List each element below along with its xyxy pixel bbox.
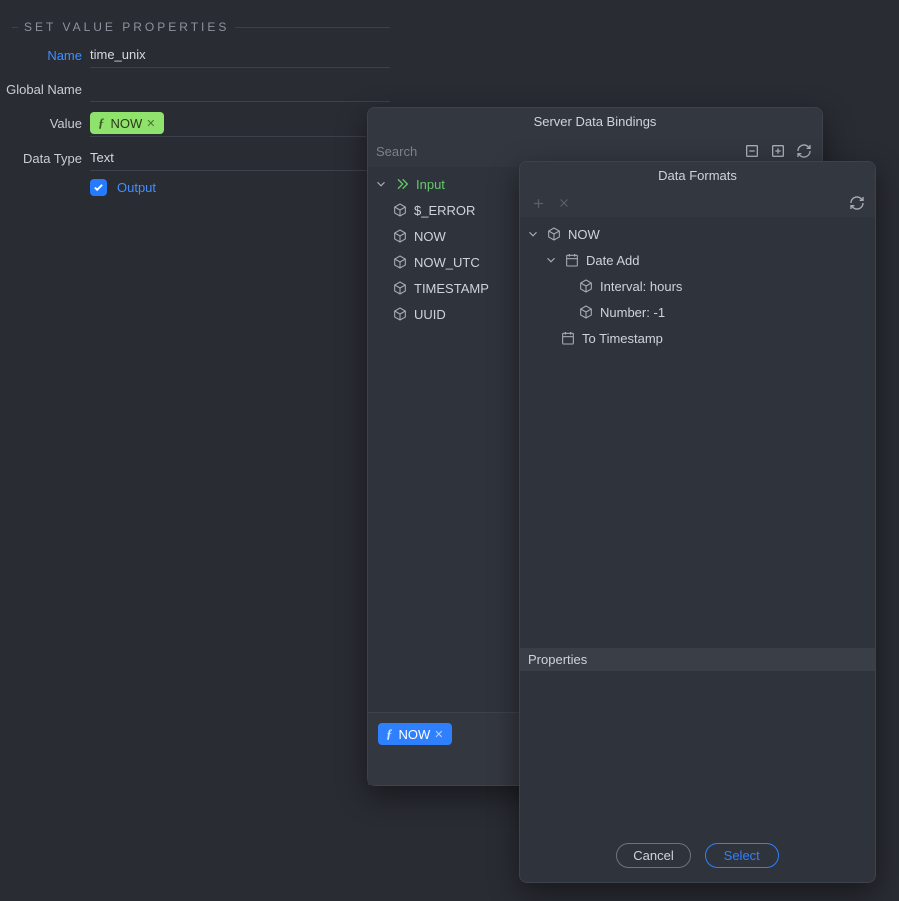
pill-remove-icon[interactable]: ✕ xyxy=(434,728,443,741)
data-type-select[interactable]: Text xyxy=(90,145,390,171)
df-tree: NOW Date Add Interval: hours Number: -1 xyxy=(520,217,875,648)
cube-icon xyxy=(392,280,408,296)
df-item-now[interactable]: NOW xyxy=(520,221,875,247)
data-type-value: Text xyxy=(90,150,114,165)
sdb-title: Server Data Bindings xyxy=(368,108,822,135)
df-properties-body xyxy=(520,671,875,831)
cube-icon xyxy=(546,226,562,242)
panel-header: SET VALUE PROPERTIES xyxy=(12,20,390,34)
data-formats-panel: Data Formats NOW Date Add xyxy=(519,161,876,883)
label-global-name: Global Name xyxy=(0,82,90,97)
tree-label: NOW_UTC xyxy=(414,255,480,270)
chevron-down-icon xyxy=(544,253,558,267)
arrows-icon xyxy=(394,176,410,192)
calendar-icon xyxy=(560,330,576,346)
refresh-icon[interactable] xyxy=(794,141,814,161)
formula-icon: ƒ xyxy=(98,115,107,131)
name-field-wrapper xyxy=(90,42,390,68)
set-value-properties-panel: SET VALUE PROPERTIES Name Global Name Va… xyxy=(0,20,390,204)
cube-icon xyxy=(578,278,594,294)
cube-icon xyxy=(392,254,408,270)
cube-icon xyxy=(392,306,408,322)
cube-icon xyxy=(392,228,408,244)
tree-label: Interval: hours xyxy=(600,279,682,294)
df-toolbar xyxy=(520,189,875,217)
df-item-to-timestamp[interactable]: To Timestamp xyxy=(520,325,875,351)
name-input[interactable] xyxy=(90,47,390,62)
label-data-type: Data Type xyxy=(0,151,90,166)
calendar-icon xyxy=(564,252,580,268)
cancel-button[interactable]: Cancel xyxy=(616,843,690,868)
tree-label: Input xyxy=(416,177,445,192)
pill-text: NOW xyxy=(399,727,431,742)
formula-icon: ƒ xyxy=(386,726,395,742)
close-icon[interactable] xyxy=(554,193,574,213)
collapse-all-icon[interactable] xyxy=(742,141,762,161)
cube-icon xyxy=(392,202,408,218)
global-name-field-wrapper xyxy=(90,76,390,102)
expand-all-icon[interactable] xyxy=(768,141,788,161)
pill-remove-icon[interactable]: ✕ xyxy=(146,117,155,130)
cube-icon xyxy=(578,304,594,320)
tree-label: Number: -1 xyxy=(600,305,665,320)
df-item-date-add[interactable]: Date Add xyxy=(520,247,875,273)
expression-pill-now[interactable]: ƒ NOW ✕ xyxy=(378,723,452,745)
tree-label: $_ERROR xyxy=(414,203,475,218)
tree-label: TIMESTAMP xyxy=(414,281,489,296)
value-expression-pill[interactable]: ƒ NOW ✕ xyxy=(90,112,164,134)
df-item-interval[interactable]: Interval: hours xyxy=(520,273,875,299)
select-button[interactable]: Select xyxy=(705,843,779,868)
label-value: Value xyxy=(0,116,90,131)
output-checkbox[interactable] xyxy=(90,179,107,196)
tree-label: Date Add xyxy=(586,253,640,268)
value-field-wrapper: ƒ NOW ✕ xyxy=(90,110,366,137)
df-item-number[interactable]: Number: -1 xyxy=(520,299,875,325)
tree-label: UUID xyxy=(414,307,446,322)
pill-text: NOW xyxy=(111,116,143,131)
sdb-search-input[interactable] xyxy=(376,139,736,163)
df-properties-header: Properties xyxy=(520,648,875,671)
global-name-input[interactable] xyxy=(90,81,390,96)
chevron-down-icon xyxy=(526,227,540,241)
add-icon[interactable] xyxy=(528,193,548,213)
tree-label: NOW xyxy=(568,227,600,242)
refresh-icon[interactable] xyxy=(847,193,867,213)
chevron-down-icon xyxy=(374,177,388,191)
tree-label: NOW xyxy=(414,229,446,244)
label-output: Output xyxy=(117,180,156,195)
df-footer: Cancel Select xyxy=(520,831,875,882)
df-title: Data Formats xyxy=(520,162,875,189)
tree-label: To Timestamp xyxy=(582,331,663,346)
label-name: Name xyxy=(0,48,90,63)
